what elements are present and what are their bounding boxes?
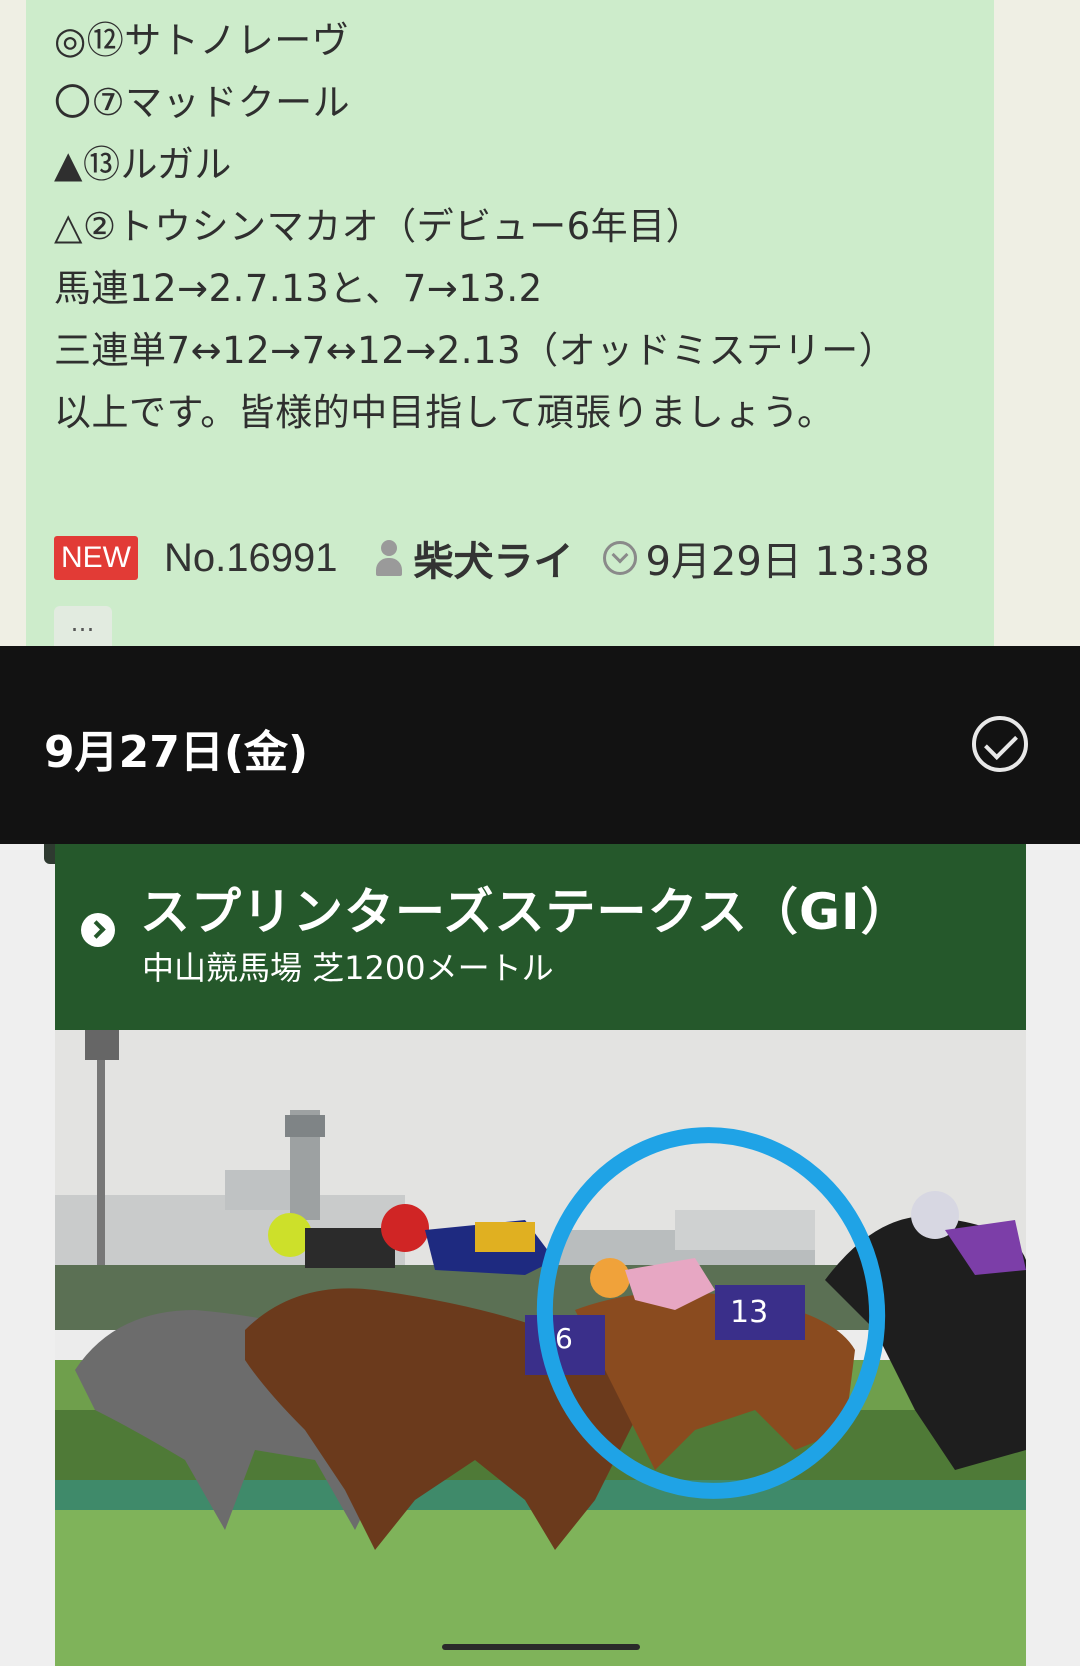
home-indicator[interactable] xyxy=(442,1644,640,1650)
post-area: ◎⑫サトノレーヴ 〇⑦マッドクール ▲⑬ルガル △②トウシンマカオ（デビュー6年… xyxy=(0,0,1080,646)
post-line-closing: 以上です。皆様的中目指して頑張りましょう。 xyxy=(54,391,835,434)
chevron-right-icon[interactable] xyxy=(81,913,115,947)
race-title[interactable]: スプリンターズステークス（GⅠ） xyxy=(140,872,912,944)
post-line-sanrentan: 三連単7↔12→7↔12→2.13（オッドミステリー） xyxy=(54,329,897,372)
post-meta-row: NEW No.16991 柴犬ライ 9月29日 13:38 xyxy=(54,530,930,586)
bib-right-number: 13 xyxy=(730,1295,768,1330)
post-line-renka: △②トウシンマカオ（デビュー6年目） xyxy=(54,205,704,248)
new-badge: NEW xyxy=(54,536,138,580)
clock-icon xyxy=(603,541,638,575)
post-number[interactable]: No.16991 xyxy=(164,536,337,581)
user-icon xyxy=(375,538,403,578)
post-author[interactable]: 柴犬ライ xyxy=(413,529,573,587)
post-line-honmei: ◎⑫サトノレーヴ xyxy=(54,19,350,62)
more-button[interactable]: … xyxy=(54,606,112,646)
date-header-bar: 9月27日(金) xyxy=(0,646,1080,844)
post-line-taikou: 〇⑦マッドクール xyxy=(54,81,351,124)
race-venue: 中山競馬場 芝1200メートル xyxy=(142,949,554,987)
race-photo: 6 13 xyxy=(55,1030,1026,1666)
jockey-helmet-red xyxy=(381,1204,429,1252)
race-photo-illustration: 6 13 xyxy=(55,1030,1026,1666)
post-line-tanana: ▲⑬ルガル xyxy=(54,143,232,186)
post-line-umaren: 馬連12→2.7.13と、7→13.2 xyxy=(54,267,543,310)
jockey-helmet-orange xyxy=(590,1258,630,1298)
date-label: 9月27日(金) xyxy=(44,727,309,778)
post-timestamp: 9月29日 13:38 xyxy=(645,539,930,585)
check-circle-icon[interactable] xyxy=(972,716,1028,772)
bib-left-number: 6 xyxy=(555,1322,573,1355)
